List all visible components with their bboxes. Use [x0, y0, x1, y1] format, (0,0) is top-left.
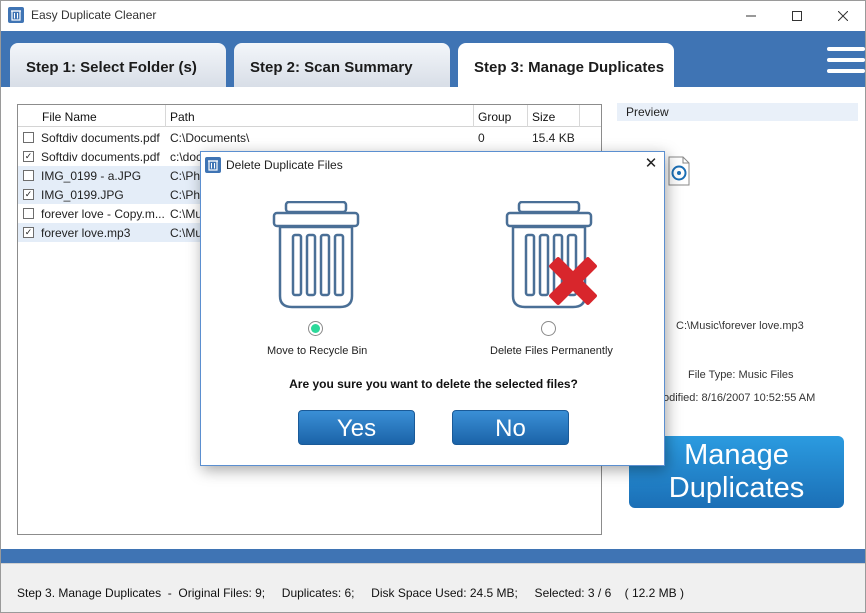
row-checkbox[interactable] [23, 170, 34, 181]
bottom-band [1, 549, 865, 563]
cell-file-name: forever love.mp3 [41, 226, 131, 240]
yes-button[interactable]: Yes [298, 410, 415, 445]
no-button[interactable]: No [452, 410, 569, 445]
recycle-bin-label: Move to Recycle Bin [267, 345, 368, 357]
cell-file-name: Softdiv documents.pdf [41, 131, 160, 145]
window-title: Easy Duplicate Cleaner [31, 8, 157, 22]
row-checkbox[interactable] [23, 132, 34, 143]
row-checkbox[interactable]: ✓ [23, 189, 34, 200]
recycle-bin-icon[interactable] [272, 201, 362, 309]
maximize-button[interactable] [774, 0, 820, 31]
table-header: File Name Path Group Size [18, 105, 601, 127]
status-text: Step 3. Manage Duplicates - Original Fil… [17, 586, 684, 600]
confirm-question: Are you sure you want to delete the sele… [289, 377, 578, 391]
cell-path: C:\Documents\ [170, 131, 250, 145]
column-group[interactable]: Group [474, 105, 528, 127]
column-size[interactable]: Size [528, 105, 580, 127]
close-button[interactable] [820, 0, 866, 31]
status-bar: Step 3. Manage Duplicates - Original Fil… [1, 563, 865, 612]
dialog-close-icon[interactable]: ✕ [642, 155, 660, 173]
tab-bar: Step 1: Select Folder (s) Step 2: Scan S… [1, 31, 865, 87]
cell-file-name: forever love - Copy.m... [41, 207, 165, 221]
tab-scan-summary[interactable]: Step 2: Scan Summary [234, 43, 450, 87]
delete-permanently-icon[interactable] [505, 201, 605, 309]
row-checkbox[interactable] [23, 208, 34, 219]
hamburger-menu-icon[interactable] [827, 47, 865, 77]
cell-group: 0 [478, 131, 485, 145]
column-file-name[interactable]: File Name [38, 105, 166, 127]
preview-file-type: File Type: Music Files [688, 369, 794, 381]
title-bar: Easy Duplicate Cleaner [0, 0, 866, 31]
delete-permanently-label: Delete Files Permanently [490, 345, 613, 357]
app-trash-icon [8, 7, 24, 23]
cell-file-name: IMG_0199.JPG [41, 188, 124, 202]
tab-manage-duplicates[interactable]: Step 3: Manage Duplicates [458, 43, 674, 87]
minimize-icon [746, 15, 756, 16]
maximize-icon [792, 10, 802, 21]
recycle-bin-radio[interactable] [308, 321, 323, 336]
cell-file-name: IMG_0199 - a.JPG [41, 169, 142, 183]
dialog-trash-icon [205, 157, 221, 173]
cell-size: 15.4 KB [532, 131, 575, 145]
tab-select-folder[interactable]: Step 1: Select Folder (s) [10, 43, 226, 87]
row-checkbox[interactable]: ✓ [23, 151, 34, 162]
column-path[interactable]: Path [166, 105, 474, 127]
minimize-button[interactable] [728, 0, 774, 31]
cell-file-name: Softdiv documents.pdf [41, 150, 160, 164]
row-checkbox[interactable]: ✓ [23, 227, 34, 238]
preview-modified: odified: 8/16/2007 10:52:55 AM [663, 392, 816, 404]
manage-button-line2: Duplicates [668, 472, 805, 504]
dialog-title: Delete Duplicate Files [226, 158, 343, 172]
preview-file-path: C:\Music\forever love.mp3 [676, 320, 804, 332]
delete-permanently-radio[interactable] [541, 321, 556, 336]
delete-dialog: Delete Duplicate Files ✕ Move to Recycle… [200, 151, 665, 466]
close-icon [838, 10, 848, 21]
table-row[interactable]: Softdiv documents.pdf C:\Documents\ 0 15… [18, 128, 601, 147]
preview-header: Preview [617, 103, 858, 121]
music-file-icon [668, 156, 690, 186]
